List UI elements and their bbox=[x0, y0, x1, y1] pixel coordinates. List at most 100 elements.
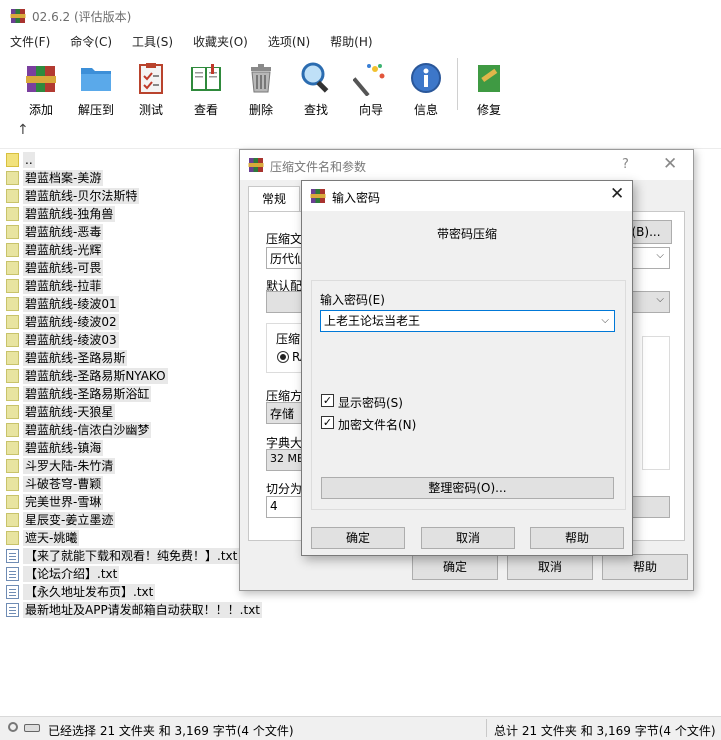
parent-folder-row[interactable]: .. bbox=[6, 151, 35, 168]
folder-row[interactable]: 碧蓝航线-圣路易斯浴缸 bbox=[6, 385, 152, 402]
file-row[interactable]: 【永久地址发布页】.txt bbox=[6, 583, 156, 600]
help-icon[interactable]: ? bbox=[622, 157, 629, 172]
folder-row[interactable]: 碧蓝航线-可畏 bbox=[6, 259, 104, 276]
menu-commands[interactable]: 命令(C) bbox=[60, 32, 122, 52]
up-arrow-icon[interactable]: ↑ bbox=[17, 122, 33, 138]
folder-row[interactable]: 碧蓝航线-绫波03 bbox=[6, 331, 119, 348]
folder-icon bbox=[6, 260, 19, 275]
file-row[interactable]: 最新地址及APP请发邮箱自动获取！！！.txt bbox=[6, 601, 263, 618]
cancel-button[interactable]: 取消 bbox=[421, 527, 515, 549]
folder-icon bbox=[6, 224, 19, 239]
folder-row[interactable]: 碧蓝航线-拉菲 bbox=[6, 277, 104, 294]
folder-row[interactable]: 碧蓝航线-信浓白沙幽梦 bbox=[6, 421, 152, 438]
folder-row[interactable]: 碧蓝航线-圣路易斯NYAKO bbox=[6, 367, 168, 384]
folder-row[interactable]: 斗罗大陆-朱竹清 bbox=[6, 457, 116, 474]
menu-help[interactable]: 帮助(H) bbox=[320, 32, 382, 52]
drive-icon[interactable] bbox=[24, 724, 40, 732]
folder-icon bbox=[6, 476, 19, 491]
close-icon[interactable]: ✕ bbox=[610, 184, 624, 204]
menu-file[interactable]: 文件(F) bbox=[0, 32, 60, 52]
ok-button[interactable]: 确定 bbox=[412, 554, 498, 580]
find-button[interactable]: 查找 bbox=[289, 56, 343, 118]
folder-row[interactable]: 遮天-姚曦 bbox=[6, 529, 80, 546]
folder-row[interactable]: 碧蓝航线-恶毒 bbox=[6, 223, 104, 240]
delete-button[interactable]: 删除 bbox=[234, 56, 288, 118]
split-volume-field[interactable]: 4 bbox=[266, 496, 306, 518]
wizard-button[interactable]: 向导 bbox=[344, 56, 398, 118]
menu-bar: 文件(F) 命令(C) 工具(S) 收藏夹(O) 选项(N) 帮助(H) bbox=[0, 32, 721, 52]
folder-row[interactable]: 碧蓝航线-天狼星 bbox=[6, 403, 116, 420]
text-file-icon bbox=[6, 584, 19, 599]
tab-general[interactable]: 常规 bbox=[248, 186, 300, 212]
folder-row[interactable]: 斗破苍穹-曹颖 bbox=[6, 475, 104, 492]
file-name: 碧蓝档案-美游 bbox=[23, 169, 104, 186]
file-name: 最新地址及APP请发邮箱自动获取！！！.txt bbox=[23, 601, 263, 618]
file-name: 碧蓝航线-光辉 bbox=[23, 241, 104, 258]
file-name: .. bbox=[23, 151, 35, 168]
folder-row[interactable]: 碧蓝航线-绫波02 bbox=[6, 313, 119, 330]
menu-favorites[interactable]: 收藏夹(O) bbox=[183, 32, 258, 52]
dialog-heading: 带密码压缩 bbox=[436, 227, 497, 241]
file-name: 碧蓝航线-恶毒 bbox=[23, 223, 104, 240]
folder-row[interactable]: 完美世界-雪琳 bbox=[6, 493, 104, 510]
ok-button[interactable]: 确定 bbox=[311, 527, 405, 549]
rar-radio[interactable] bbox=[277, 351, 289, 363]
folder-row[interactable]: 碧蓝航线-光辉 bbox=[6, 241, 104, 258]
file-name: 碧蓝航线-天狼星 bbox=[23, 403, 116, 420]
show-password-checkbox[interactable]: ✓ bbox=[321, 394, 334, 407]
info-button[interactable]: 信息 bbox=[399, 56, 453, 118]
winrar-dialog-icon bbox=[310, 189, 326, 203]
menu-tools[interactable]: 工具(S) bbox=[122, 32, 183, 52]
text-file-icon bbox=[6, 602, 19, 617]
method-select[interactable]: 存储 bbox=[266, 402, 306, 424]
file-name: 碧蓝航线-信浓白沙幽梦 bbox=[23, 421, 152, 438]
password-input[interactable]: 上老王论坛当老王 ⌵ bbox=[320, 310, 615, 332]
view-button[interactable]: 查看 bbox=[179, 56, 233, 118]
folder-row[interactable]: 星辰变-姜立墨迹 bbox=[6, 511, 116, 528]
cancel-button[interactable]: 取消 bbox=[507, 554, 593, 580]
folder-row[interactable]: 碧蓝档案-美游 bbox=[6, 169, 104, 186]
file-name: 【论坛介绍】.txt bbox=[23, 565, 120, 582]
folder-row[interactable]: 碧蓝航线-独角兽 bbox=[6, 205, 116, 222]
text-file-icon bbox=[6, 566, 19, 581]
info-icon bbox=[411, 63, 441, 93]
status-selection: 已经选择 21 文件夹 和 3,169 字节(4 个文件) bbox=[48, 724, 294, 738]
title-bar: 02.6.2 (评估版本) bbox=[0, 0, 721, 32]
split-unit-select[interactable] bbox=[632, 496, 670, 518]
chevron-down-icon: ⌵ bbox=[656, 294, 664, 305]
folder-row[interactable]: 碧蓝航线-镇海 bbox=[6, 439, 104, 456]
chevron-down-icon[interactable]: ⌵ bbox=[601, 311, 609, 331]
folder-row[interactable]: 碧蓝航线-绫波01 bbox=[6, 295, 119, 312]
folder-row[interactable]: 碧蓝航线-贝尔法斯特 bbox=[6, 187, 140, 204]
file-row[interactable]: 【论坛介绍】.txt bbox=[6, 565, 120, 582]
organize-passwords-button[interactable]: 整理密码(O)... bbox=[321, 477, 614, 499]
folder-icon bbox=[6, 350, 19, 365]
file-name: 遮天-姚曦 bbox=[23, 529, 80, 546]
file-name: 碧蓝航线-圣路易斯 bbox=[23, 349, 128, 366]
dialog-title: 输入密码 bbox=[332, 191, 381, 205]
close-icon[interactable]: ✕ bbox=[663, 154, 677, 174]
test-button[interactable]: 测试 bbox=[124, 56, 178, 118]
folder-icon bbox=[6, 368, 19, 383]
folder-icon bbox=[6, 404, 19, 419]
archiving-options-list bbox=[642, 336, 670, 470]
toolbar-separator bbox=[457, 58, 458, 110]
folder-row[interactable]: 碧蓝航线-圣路易斯 bbox=[6, 349, 128, 366]
folder-icon bbox=[6, 152, 19, 167]
add-button[interactable]: 添加 bbox=[14, 56, 68, 118]
help-button[interactable]: 帮助 bbox=[602, 554, 688, 580]
format-label: 压缩 bbox=[276, 332, 301, 346]
file-name: 碧蓝航线-圣路易斯浴缸 bbox=[23, 385, 152, 402]
status-divider bbox=[486, 719, 487, 737]
help-button[interactable]: 帮助 bbox=[530, 527, 624, 549]
encrypt-names-checkbox[interactable]: ✓ bbox=[321, 416, 334, 429]
file-row[interactable]: 【来了就能下载和观看！纯免费！】.txt bbox=[6, 547, 240, 564]
dictionary-select[interactable]: 32 MB bbox=[266, 449, 306, 471]
file-name: 【来了就能下载和观看！纯免费！】.txt bbox=[23, 547, 240, 564]
repair-button[interactable]: 修复 bbox=[462, 56, 516, 118]
extract-to-button[interactable]: 解压到 bbox=[69, 56, 123, 118]
key-icon[interactable] bbox=[8, 722, 18, 732]
file-name: 碧蓝航线-贝尔法斯特 bbox=[23, 187, 140, 204]
menu-options[interactable]: 选项(N) bbox=[258, 32, 320, 52]
chevron-down-icon: ⌵ bbox=[656, 250, 664, 261]
